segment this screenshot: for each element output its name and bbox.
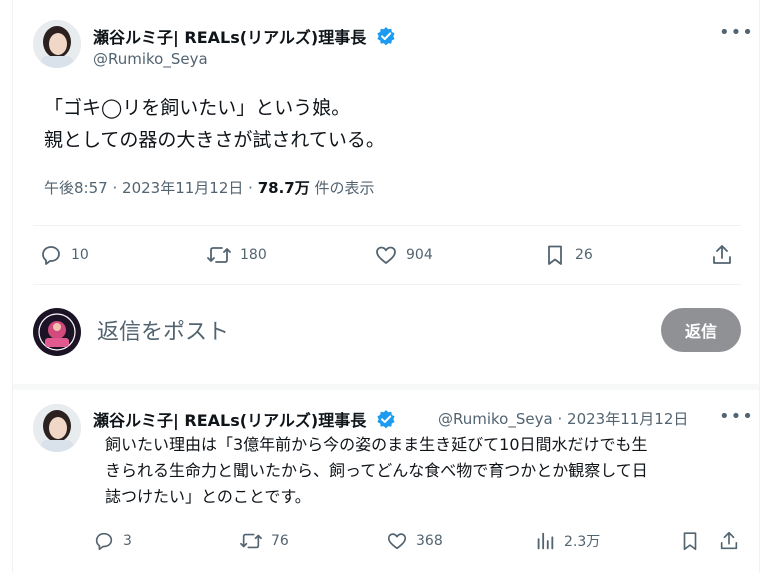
- reply-author-handle: @Rumiko_Seya · 2023年11月12日: [438, 408, 688, 429]
- meta-separator: ·: [112, 179, 118, 197]
- divider: [33, 225, 741, 226]
- reply-tweet-text: 飼いたい理由は「3億年前から今の姿のまま生き延びて10日間水だけでも生 きられる…: [105, 432, 745, 510]
- reply-author-name[interactable]: 瀬谷ルミ子| REALs(リアルズ)理事長: [93, 407, 396, 433]
- reply-icon: [95, 532, 113, 551]
- repost-icon: [240, 533, 262, 549]
- bookmark-count: 26: [575, 247, 593, 263]
- repost-icon: [207, 247, 231, 263]
- reply-count: 3: [123, 533, 132, 549]
- tweet-text-line: 「ゴキ◯リを飼いたい」という娘。: [44, 97, 351, 119]
- views-icon: [537, 532, 554, 550]
- views-label: 件の表示: [314, 179, 375, 197]
- reply-button[interactable]: 10: [39, 243, 89, 267]
- author-name[interactable]: 瀬谷ルミ子| REALs(リアルズ)理事長: [93, 24, 396, 50]
- reply-text-line: 誌つけたい」とのことです。: [105, 487, 311, 506]
- reply-count: 10: [71, 247, 89, 263]
- reply-repost-button[interactable]: 76: [239, 530, 289, 552]
- author-handle[interactable]: @Rumiko_Seya: [93, 50, 208, 68]
- tweet-date[interactable]: 2023年11月12日: [122, 179, 243, 197]
- meta-separator: ·: [557, 410, 563, 428]
- divider: [13, 384, 759, 390]
- like-count: 904: [406, 247, 433, 263]
- tweet-text-line: 親としての器の大きさが試されている。: [44, 129, 385, 151]
- reply-date[interactable]: 2023年11月12日: [567, 410, 688, 428]
- share-icon: [720, 531, 738, 550]
- reply-reply-button[interactable]: 3: [93, 530, 132, 552]
- reply-share-button[interactable]: [718, 530, 748, 552]
- repost-button[interactable]: 180: [206, 243, 267, 267]
- bookmark-button[interactable]: 26: [543, 243, 593, 267]
- tweet-meta: 午後8:57 · 2023年11月12日 · 78.7万 件の表示: [44, 177, 375, 198]
- reply-author-avatar[interactable]: [33, 404, 81, 452]
- reply-like-button[interactable]: 368: [386, 530, 443, 552]
- more-icon[interactable]: •••: [719, 22, 754, 43]
- reply-views-button[interactable]: 2.3万: [534, 530, 600, 552]
- views-count[interactable]: 78.7万: [258, 179, 310, 197]
- meta-separator: ·: [248, 179, 253, 197]
- verified-badge-icon: [376, 26, 396, 50]
- reply-input[interactable]: 返信をポスト: [97, 314, 229, 346]
- reply-handle-text[interactable]: @Rumiko_Seya: [438, 410, 553, 428]
- user-avatar[interactable]: [33, 308, 81, 356]
- reply-author-name-text[interactable]: 瀬谷ルミ子| REALs(リアルズ)理事長: [93, 411, 366, 430]
- tweet-text: 「ゴキ◯リを飼いたい」という娘。 親としての器の大きさが試されている。: [44, 92, 385, 156]
- reply-icon: [42, 246, 60, 265]
- reply-text-line: 飼いたい理由は「3億年前から今の姿のまま生き延びて10日間水だけでも生: [105, 435, 648, 454]
- repost-count: 76: [271, 533, 289, 549]
- tweet-time[interactable]: 午後8:57: [44, 179, 108, 197]
- repost-count: 180: [240, 247, 267, 263]
- divider: [33, 284, 741, 285]
- like-icon: [387, 533, 407, 550]
- like-icon: [376, 246, 396, 264]
- like-count: 368: [416, 533, 443, 549]
- views-count: 2.3万: [564, 534, 601, 550]
- author-name-text[interactable]: 瀬谷ルミ子| REALs(リアルズ)理事長: [93, 28, 366, 47]
- share-button[interactable]: [710, 243, 742, 267]
- reply-text-line: きられる生命力と聞いたから、飼ってどんな食べ物で育つかとか観察して日: [105, 461, 648, 480]
- reply-bookmark-button[interactable]: [679, 530, 709, 552]
- author-avatar[interactable]: [33, 20, 81, 68]
- timeline-column: 瀬谷ルミ子| REALs(リアルズ)理事長 @Rumiko_Seya ••• 「…: [12, 0, 760, 573]
- bookmark-icon: [548, 245, 562, 265]
- like-button[interactable]: 904: [374, 243, 433, 267]
- share-icon: [713, 245, 731, 264]
- bookmark-icon: [683, 532, 697, 551]
- reply-submit-button[interactable]: 返信: [661, 308, 741, 352]
- verified-badge-icon: [376, 409, 396, 433]
- more-icon[interactable]: •••: [719, 406, 754, 427]
